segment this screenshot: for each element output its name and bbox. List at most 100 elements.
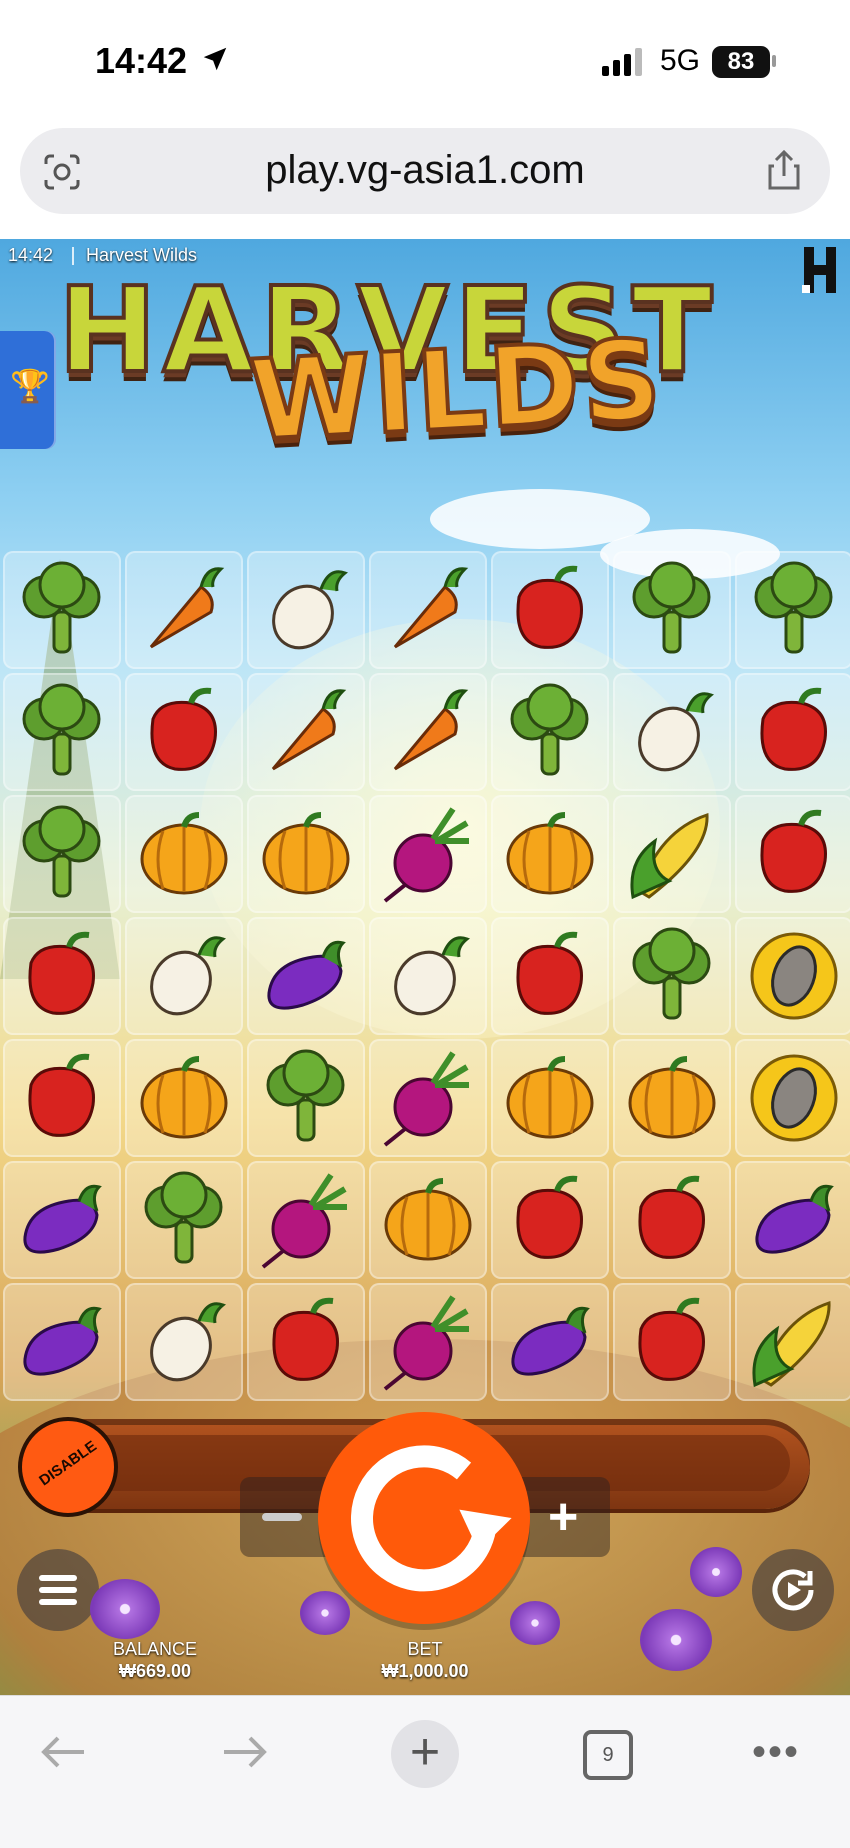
game-logo-bottom: WILDS bbox=[245, 313, 668, 466]
reel-cell bbox=[613, 551, 731, 669]
pumpkin-icon bbox=[262, 812, 350, 895]
pepper-icon bbox=[516, 1175, 583, 1259]
more-options-icon[interactable]: ••• bbox=[752, 1732, 800, 1772]
eggplant-icon bbox=[23, 1306, 102, 1376]
reel-cell bbox=[369, 551, 487, 669]
reel-cell bbox=[247, 917, 365, 1035]
reel-cell bbox=[735, 1283, 850, 1401]
spin-arrow-icon bbox=[351, 1445, 512, 1592]
beet-icon bbox=[383, 1051, 469, 1147]
balance-label: BALANCE bbox=[112, 1639, 198, 1659]
reel-cell bbox=[3, 673, 121, 791]
pepper-icon bbox=[28, 1053, 95, 1137]
reel-cell bbox=[3, 795, 121, 913]
eggplant-icon bbox=[267, 940, 346, 1010]
url-text[interactable]: play.vg-asia1.com bbox=[20, 148, 830, 193]
eggplant-icon bbox=[755, 1184, 834, 1254]
reel-cell bbox=[491, 917, 609, 1035]
reel-cell bbox=[369, 917, 487, 1035]
bet-increase-button[interactable]: + bbox=[548, 1491, 578, 1543]
reel-cell bbox=[613, 1161, 731, 1279]
broccoli-icon bbox=[144, 1171, 223, 1264]
disable-button[interactable]: DISABLE bbox=[18, 1417, 118, 1517]
sunflower-icon bbox=[750, 1054, 838, 1142]
reel-cell bbox=[369, 1161, 487, 1279]
leaderboard-tab[interactable]: 🏆 bbox=[0, 331, 56, 449]
carrot-icon bbox=[393, 567, 469, 649]
tabs-button[interactable]: 9 bbox=[583, 1730, 633, 1780]
pepper-icon bbox=[638, 1175, 705, 1259]
reel-cell bbox=[369, 795, 487, 913]
autoplay-icon bbox=[772, 1569, 814, 1611]
game-canvas[interactable]: 14:42 Harvest Wilds 🏆 HARVEST WILDS DISA… bbox=[0, 239, 850, 1695]
reel-cell bbox=[491, 795, 609, 913]
reel-cell bbox=[491, 673, 609, 791]
menu-button[interactable] bbox=[17, 1549, 99, 1631]
corn-icon bbox=[630, 812, 709, 900]
autoplay-button[interactable] bbox=[752, 1549, 834, 1631]
carrot-icon bbox=[271, 689, 347, 771]
decorative-flower bbox=[640, 1609, 712, 1671]
reel-cell bbox=[125, 1161, 243, 1279]
pumpkin-icon bbox=[628, 1056, 716, 1139]
radish-icon bbox=[272, 570, 348, 650]
pepper-icon bbox=[150, 687, 217, 771]
reel-cell bbox=[125, 1283, 243, 1401]
reel-cell bbox=[125, 673, 243, 791]
pumpkin-icon bbox=[140, 812, 228, 895]
pepper-icon bbox=[760, 809, 827, 893]
pepper-icon bbox=[28, 931, 95, 1015]
signal-icon bbox=[602, 48, 642, 76]
spin-button[interactable] bbox=[318, 1412, 530, 1624]
reel-cell bbox=[247, 795, 365, 913]
address-bar[interactable]: play.vg-asia1.com bbox=[20, 128, 830, 214]
forward-arrow-icon[interactable] bbox=[220, 1734, 270, 1770]
carrot-icon bbox=[149, 567, 225, 649]
browser-toolbar: + 9 ••• bbox=[0, 1695, 850, 1848]
hamburger-line bbox=[39, 1599, 77, 1605]
reel-cell bbox=[735, 795, 850, 913]
broccoli-icon bbox=[22, 683, 101, 776]
battery-icon: 83 bbox=[712, 46, 770, 78]
reel-cell bbox=[613, 673, 731, 791]
reel-cell bbox=[491, 1039, 609, 1157]
sunflower-icon bbox=[750, 932, 838, 1020]
decorative-flower bbox=[300, 1591, 350, 1635]
beet-icon bbox=[383, 807, 469, 903]
pepper-icon bbox=[638, 1297, 705, 1381]
share-icon[interactable] bbox=[766, 148, 802, 192]
beet-icon bbox=[261, 1173, 347, 1269]
reel-cell bbox=[735, 551, 850, 669]
broccoli-icon bbox=[510, 683, 589, 776]
broccoli-icon bbox=[266, 1049, 345, 1142]
pepper-icon bbox=[272, 1297, 339, 1381]
decorative-flower bbox=[90, 1579, 160, 1639]
reel-cell bbox=[125, 917, 243, 1035]
pumpkin-icon bbox=[140, 1056, 228, 1139]
new-tab-button[interactable]: + bbox=[391, 1720, 459, 1788]
eggplant-icon bbox=[23, 1184, 102, 1254]
back-arrow-icon[interactable] bbox=[38, 1734, 88, 1770]
disable-label: DISABLE bbox=[36, 1437, 100, 1490]
bet-decrease-button[interactable] bbox=[262, 1513, 302, 1521]
reel-cell bbox=[613, 917, 731, 1035]
carrot-icon bbox=[393, 689, 469, 771]
reel-cell bbox=[735, 917, 850, 1035]
radish-icon bbox=[394, 936, 470, 1016]
reel-cell bbox=[491, 1283, 609, 1401]
reel-cell bbox=[247, 673, 365, 791]
hamburger-icon bbox=[39, 1575, 77, 1581]
reel-cell bbox=[369, 1283, 487, 1401]
status-time: 14:42 bbox=[95, 40, 188, 81]
game-clock: 14:42 bbox=[8, 245, 54, 265]
reel-cell bbox=[125, 1039, 243, 1157]
reel-cell bbox=[247, 1283, 365, 1401]
radish-icon bbox=[150, 936, 226, 1016]
provider-logo-icon bbox=[802, 247, 836, 293]
reel-cell bbox=[735, 673, 850, 791]
decorative-flower bbox=[690, 1547, 742, 1597]
reel-cell bbox=[3, 1039, 121, 1157]
reel-cell bbox=[3, 1283, 121, 1401]
reel-cell bbox=[3, 551, 121, 669]
pepper-icon bbox=[760, 687, 827, 771]
